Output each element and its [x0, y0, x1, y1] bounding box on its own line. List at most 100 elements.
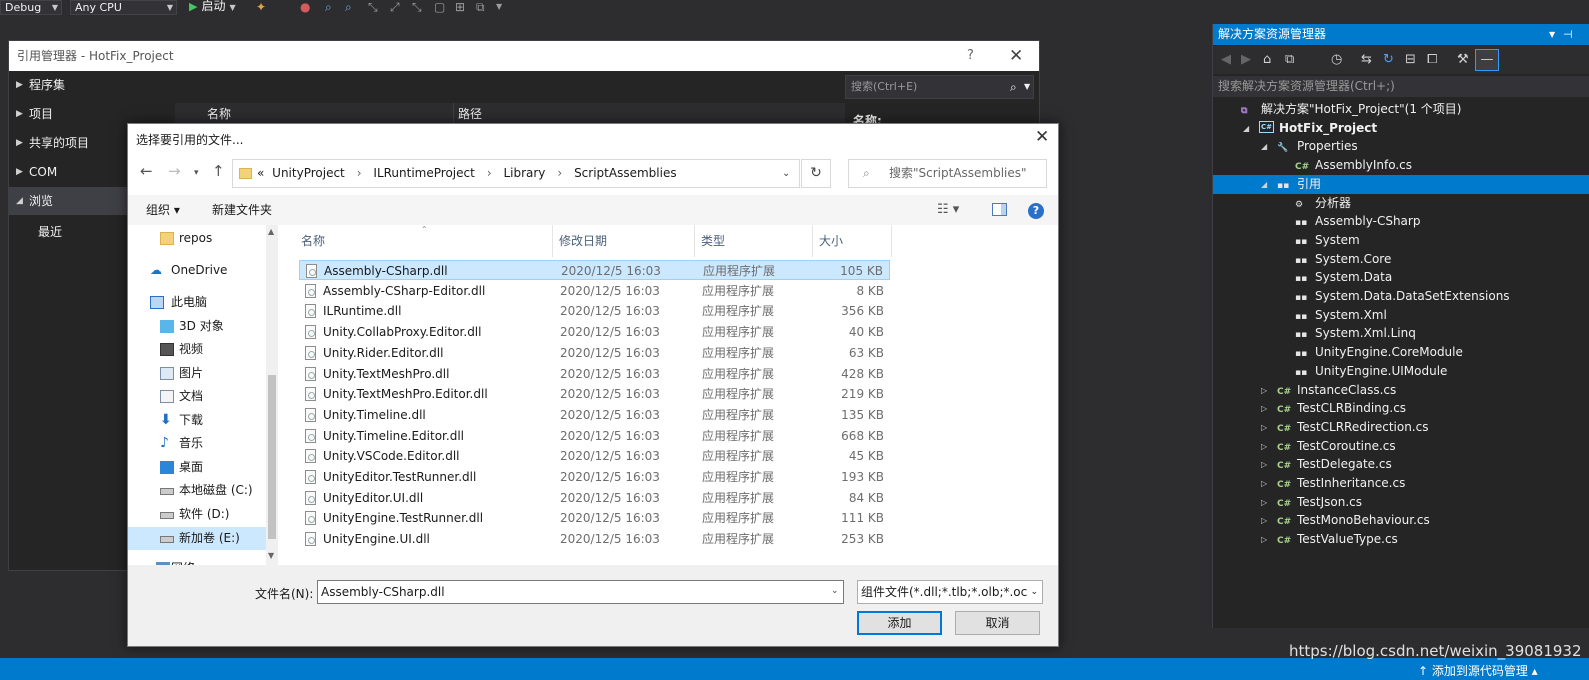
- tree-item-downloads[interactable]: ⬇ 下载: [128, 409, 266, 432]
- search-icon[interactable]: ⌕: [345, 0, 352, 14]
- file-row[interactable]: Assembly-CSharp-Editor.dll 2020/12/5 16:0…: [299, 281, 890, 301]
- expand-icon[interactable]: ▷: [1261, 511, 1267, 530]
- tree-item-this-pc[interactable]: 此电脑: [128, 291, 266, 314]
- chevron-right-icon[interactable]: ›: [557, 166, 562, 180]
- show-all-files-icon[interactable]: ⧠: [1427, 52, 1437, 67]
- find-icon[interactable]: ⌕: [325, 0, 332, 14]
- tree-item-repos[interactable]: repos: [128, 227, 266, 250]
- file-row[interactable]: Unity.CollabProxy.Editor.dll 2020/12/5 16…: [299, 322, 890, 342]
- preview-selected-icon[interactable]: —: [1475, 49, 1499, 71]
- solution-tree-node[interactable]: ◢ 🔧 Properties: [1213, 137, 1589, 156]
- search-icon[interactable]: ⌕: [1010, 76, 1017, 98]
- close-button[interactable]: ✕: [1009, 41, 1023, 71]
- solution-tree-node[interactable]: ▪▪ System.Xml: [1213, 306, 1589, 325]
- close-button[interactable]: ✕: [1035, 127, 1049, 147]
- toolbar-icon[interactable]: ⤡: [368, 0, 378, 14]
- expand-icon[interactable]: ▷: [1261, 474, 1267, 493]
- tree-item-onedrive[interactable]: ☁ OneDrive: [128, 259, 266, 282]
- solution-tree-node[interactable]: C# AssemblyInfo.cs: [1213, 156, 1589, 175]
- overflow-icon[interactable]: ▼: [496, 0, 502, 14]
- add-button[interactable]: 添加: [857, 611, 942, 635]
- column-path[interactable]: 路径: [453, 103, 482, 125]
- solution-tree-node[interactable]: ▪▪ System.Data: [1213, 268, 1589, 287]
- column-header-date[interactable]: 修改日期: [553, 225, 695, 257]
- column-header-type[interactable]: 类型: [695, 225, 813, 257]
- expand-icon[interactable]: ▷: [1261, 399, 1267, 418]
- recent-locations-button[interactable]: ▾: [194, 168, 199, 178]
- solution-tree-node[interactable]: ▪▪ System.Xml.Linq: [1213, 324, 1589, 343]
- tree-item-3d-objects[interactable]: 3D 对象: [128, 315, 266, 338]
- chevron-right-icon[interactable]: ›: [357, 166, 362, 180]
- back-button[interactable]: ←: [140, 162, 153, 180]
- forward-icon[interactable]: ▶: [1241, 52, 1251, 67]
- expand-icon[interactable]: ▷: [1261, 437, 1267, 456]
- solution-tree-node[interactable]: ▪▪ UnityEngine.CoreModule: [1213, 343, 1589, 362]
- back-icon[interactable]: ◀: [1221, 52, 1231, 67]
- collapse-icon[interactable]: ◢: [1261, 175, 1267, 194]
- scroll-up-icon[interactable]: ▲: [268, 227, 274, 236]
- tree-item-videos[interactable]: 视频: [128, 338, 266, 361]
- solution-tree-node[interactable]: ▪▪ System: [1213, 231, 1589, 250]
- pin-icon[interactable]: ⊣: [1563, 24, 1573, 45]
- tree-item-drive-e[interactable]: 新加卷 (E:): [128, 527, 266, 550]
- file-row[interactable]: Unity.Timeline.Editor.dll 2020/12/5 16:03…: [299, 426, 890, 446]
- solution-tree-node[interactable]: ▪▪ UnityEngine.UIModule: [1213, 362, 1589, 381]
- collapse-icon[interactable]: ◢: [1261, 137, 1267, 156]
- toolbar-icon[interactable]: ⊞: [455, 0, 465, 14]
- preview-pane-icon[interactable]: [992, 203, 1007, 216]
- breadcrumb-item[interactable]: ILRuntimeProject: [373, 166, 474, 180]
- file-type-filter-select[interactable]: 组件文件(*.dll;*.tlb;*.olb;*.ocx; ⌄: [857, 580, 1043, 604]
- breadcrumb-item[interactable]: UnityProject: [272, 166, 345, 180]
- tree-item-drive-c[interactable]: 本地磁盘 (C:): [128, 479, 266, 502]
- breakpoint-icon[interactable]: ●: [300, 0, 310, 14]
- solution-tree-node[interactable]: ◢ C# HotFix_Project: [1213, 119, 1589, 138]
- file-row[interactable]: Unity.TextMeshPro.Editor.dll 2020/12/5 16…: [299, 384, 890, 404]
- expand-icon[interactable]: ▷: [1261, 418, 1267, 437]
- solution-tree-node[interactable]: ▪▪ System.Core: [1213, 250, 1589, 269]
- file-row[interactable]: Assembly-CSharp.dll 2020/12/5 16:03 应用程序扩展…: [299, 260, 890, 280]
- tree-item-pictures[interactable]: 图片: [128, 362, 266, 385]
- solution-tree-node[interactable]: ▪▪ Assembly-CSharp: [1213, 212, 1589, 231]
- breadcrumb-item[interactable]: Library: [503, 166, 545, 180]
- solution-tree-node[interactable]: ⧉ 解决方案"HotFix_Project"(1 个项目): [1213, 100, 1589, 119]
- chevron-down-icon[interactable]: ⌄: [831, 586, 839, 596]
- toolbar-icon[interactable]: ⤡: [412, 0, 422, 14]
- file-row[interactable]: UnityEditor.TestRunner.dll 2020/12/5 16:0…: [299, 467, 890, 487]
- filename-input[interactable]: [317, 580, 844, 604]
- solution-tree-node[interactable]: ▷ C# TestMonoBehaviour.cs: [1213, 511, 1589, 530]
- solution-tree-node[interactable]: ▷ C# TestJson.cs: [1213, 493, 1589, 512]
- folder-search-input[interactable]: ⌕ 搜索"ScriptAssemblies": [848, 159, 1047, 188]
- expand-icon[interactable]: ▷: [1261, 493, 1267, 512]
- file-row[interactable]: Unity.Rider.Editor.dll 2020/12/5 16:03 应用程…: [299, 343, 890, 363]
- attach-icon[interactable]: ✦: [256, 0, 266, 14]
- organize-button[interactable]: 组织 ▾: [146, 195, 180, 225]
- tree-item-desktop[interactable]: 桌面: [128, 456, 266, 479]
- solution-tree-node[interactable]: ▷ C# TestCLRRedirection.cs: [1213, 418, 1589, 437]
- expand-icon[interactable]: ▷: [1261, 381, 1267, 400]
- tree-item-music[interactable]: ♪ 音乐: [128, 432, 266, 455]
- expand-icon[interactable]: ▷: [1261, 530, 1267, 549]
- help-button[interactable]: ?: [967, 41, 974, 71]
- solution-tree-node[interactable]: ▪▪ System.Data.DataSetExtensions: [1213, 287, 1589, 306]
- history-icon[interactable]: ◷: [1331, 52, 1342, 67]
- solution-tree-node[interactable]: ◢ ▪▪ 引用: [1213, 174, 1589, 194]
- file-row[interactable]: Unity.VSCode.Editor.dll 2020/12/5 16:03 应用…: [299, 446, 890, 466]
- solution-tree-node[interactable]: ▷ C# TestCLRBinding.cs: [1213, 399, 1589, 418]
- solution-tree-node[interactable]: ▷ C# TestCoroutine.cs: [1213, 437, 1589, 456]
- toolbar-icon[interactable]: ⧉: [476, 0, 485, 14]
- cancel-button[interactable]: 取消: [955, 611, 1040, 635]
- solution-tree-node[interactable]: ▷ C# InstanceClass.cs: [1213, 381, 1589, 400]
- home-icon[interactable]: ⌂: [1263, 52, 1271, 67]
- column-header-name[interactable]: 名称: [281, 225, 553, 257]
- solution-tree-node[interactable]: ▷ C# TestValueType.cs: [1213, 530, 1589, 549]
- config-select[interactable]: Debug ▼: [0, 0, 62, 15]
- properties-icon[interactable]: ⚒: [1457, 52, 1469, 67]
- file-row[interactable]: ILRuntime.dll 2020/12/5 16:03 应用程序扩展 356 KB: [299, 301, 890, 321]
- collapse-all-icon[interactable]: ⊟: [1405, 52, 1416, 67]
- new-folder-button[interactable]: 新建文件夹: [212, 195, 272, 225]
- tree-item-drive-d[interactable]: 软件 (D:): [128, 503, 266, 526]
- breadcrumb-item[interactable]: ScriptAssemblies: [574, 166, 677, 180]
- tree-item-documents[interactable]: 文档: [128, 385, 266, 408]
- expand-icon[interactable]: ▷: [1261, 455, 1267, 474]
- breadcrumb-overflow[interactable]: «: [257, 166, 264, 180]
